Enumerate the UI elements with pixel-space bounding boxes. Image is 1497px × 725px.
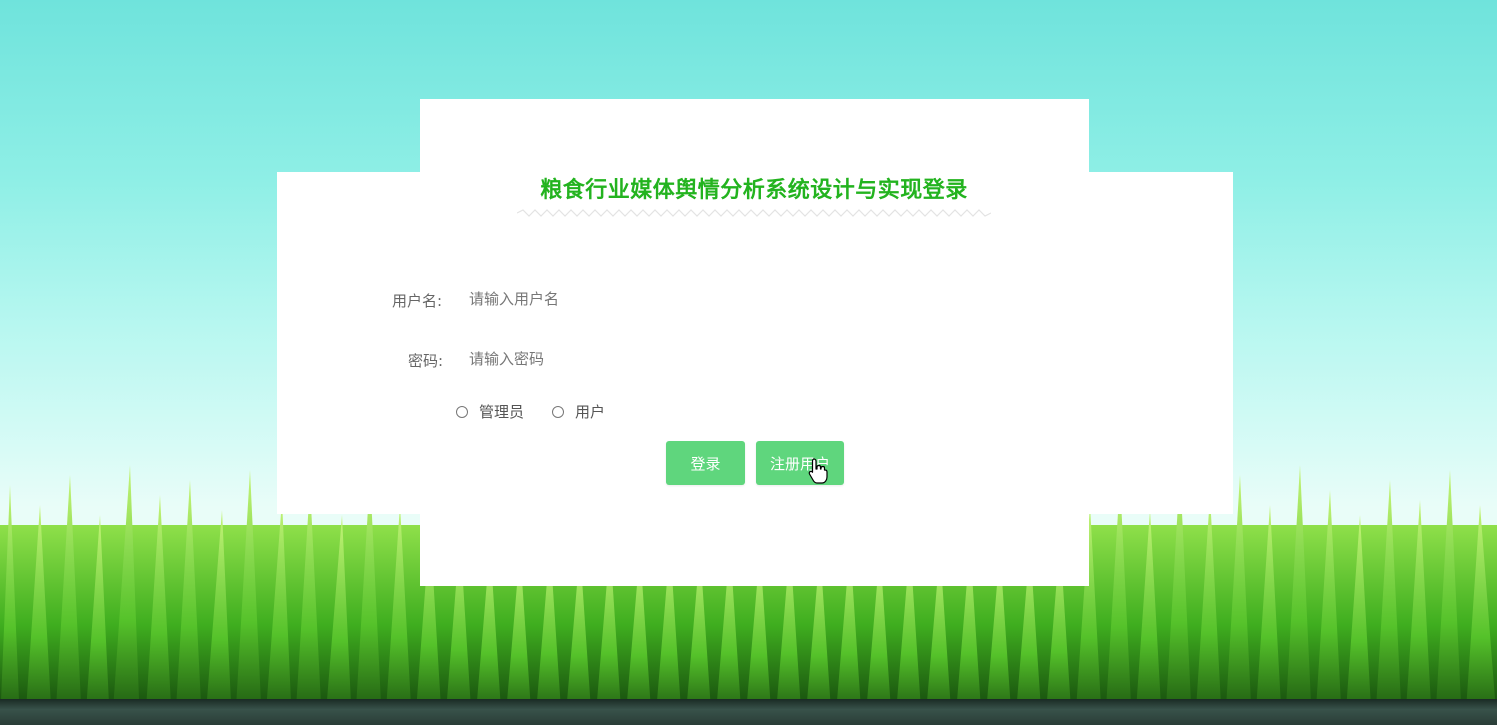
title-underline	[517, 209, 991, 217]
password-label: 密码:	[408, 352, 444, 370]
username-input[interactable]	[469, 288, 829, 310]
login-button[interactable]: 登录	[666, 441, 745, 485]
login-page: 粮食行业媒体舆情分析系统设计与实现登录 用户名: 密码: 管理员 用户 登录 注…	[0, 0, 1497, 725]
hand-pointer-icon	[808, 458, 828, 484]
water-reflection	[0, 699, 1497, 725]
page-title: 粮食行业媒体舆情分析系统设计与实现登录	[540, 178, 968, 203]
radio-circle-icon[interactable]	[552, 405, 565, 418]
role-radio-group: 管理员 用户	[456, 401, 633, 422]
role-label-user: 用户	[575, 403, 606, 421]
login-card	[277, 172, 1233, 514]
radio-circle-icon[interactable]	[456, 405, 468, 418]
password-input[interactable]	[469, 348, 829, 370]
role-radio-admin[interactable]: 管理员	[456, 401, 524, 422]
register-button[interactable]: 注册用户	[756, 441, 844, 485]
role-radio-user[interactable]: 用户	[552, 401, 605, 422]
username-label: 用户名:	[392, 292, 443, 310]
role-label-admin: 管理员	[479, 403, 525, 421]
